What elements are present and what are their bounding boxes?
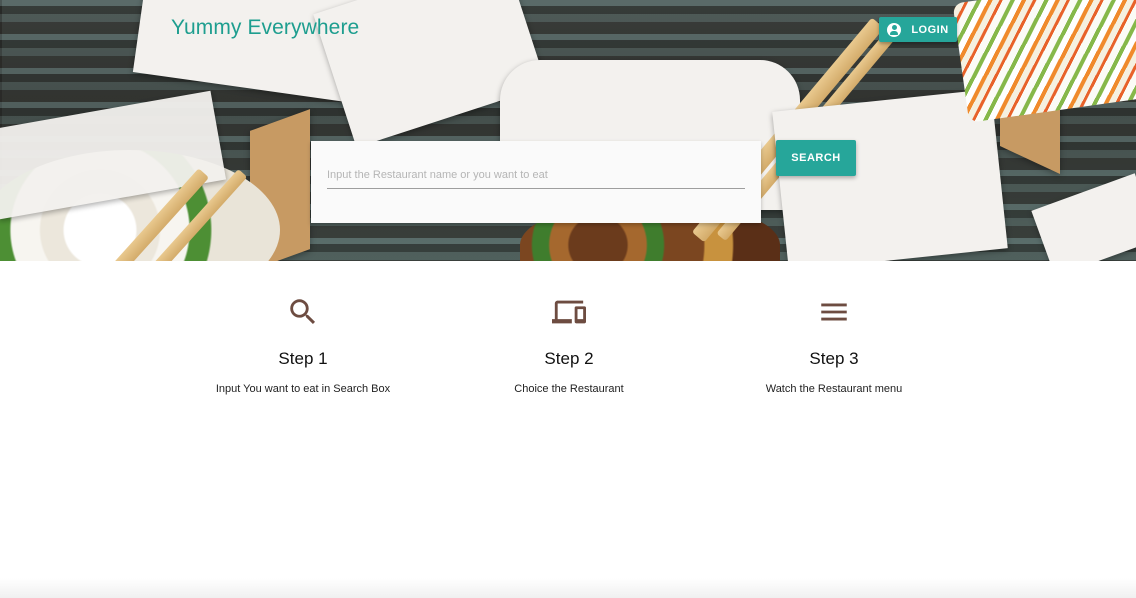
step-description: Choice the Restaurant [514,383,624,395]
search-icon [290,299,316,325]
devices-icon [552,300,586,324]
login-button-label: LOGIN [911,23,949,36]
login-button[interactable]: LOGIN [879,17,957,42]
footer-shadow [0,578,1136,598]
search-input[interactable] [327,161,745,189]
step-description: Input You want to eat in Search Box [215,383,391,395]
search-button[interactable]: SEARCH [776,140,856,176]
steps-section: Step 1 Input You want to eat in Search B… [0,261,1136,581]
step-title: Step 2 [544,349,594,368]
menu-icon [821,303,847,321]
step-title: Step 1 [278,349,328,368]
brand-title[interactable]: Yummy Everywhere [171,16,359,40]
step-title: Step 3 [809,349,859,368]
search-card [311,141,761,223]
account-circle-icon [887,22,902,37]
step-description: Watch the Restaurant menu [765,383,903,395]
